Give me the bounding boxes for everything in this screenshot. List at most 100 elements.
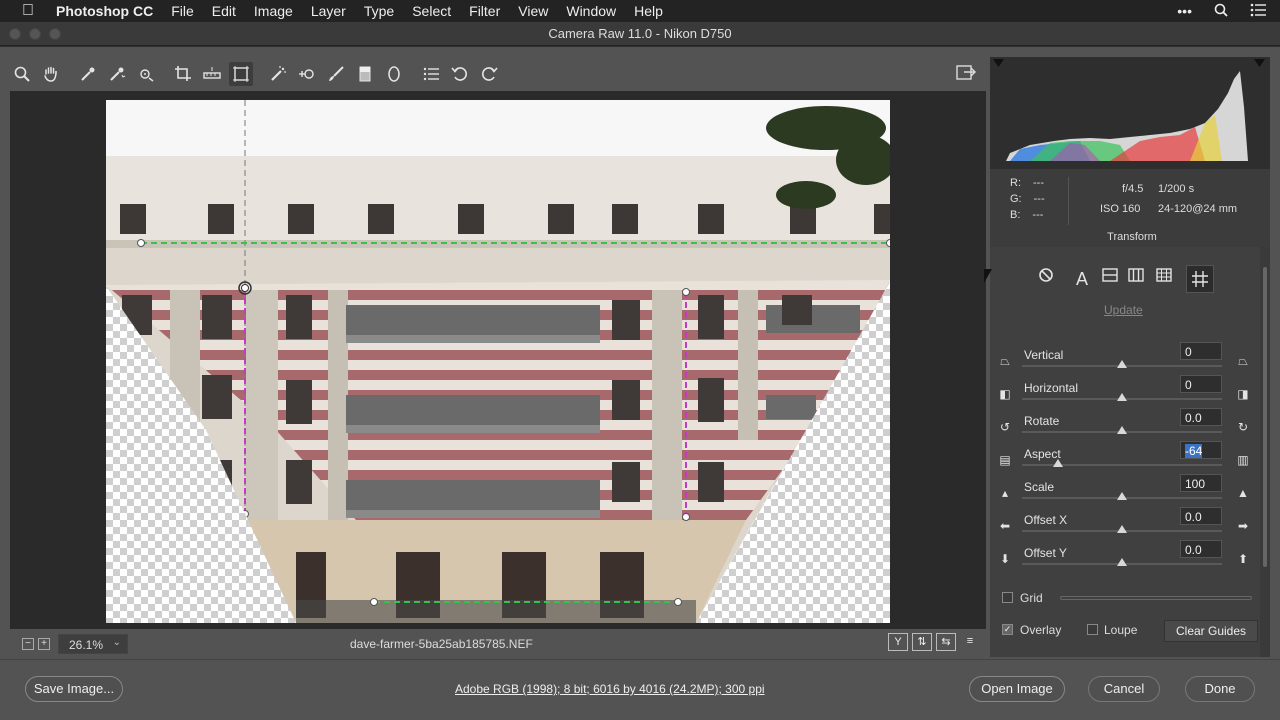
offset-y-label: Offset Y — [1024, 546, 1067, 560]
lens: 24-120@24 mm — [1158, 203, 1238, 215]
targeted-adjustment-tool-icon[interactable] — [134, 62, 158, 86]
spotlight-search-icon[interactable] — [1214, 3, 1228, 20]
menu-app-name[interactable]: Photoshop CC — [56, 3, 153, 19]
camera-raw-window: − + 26.1% ⌄ dave-farmer-5ba25ab185785.NE… — [0, 47, 1280, 720]
minimize-window-button[interactable] — [29, 28, 41, 40]
horizontal-value-input[interactable]: 0 — [1180, 375, 1222, 393]
vertical-value-input[interactable]: 0 — [1180, 342, 1222, 360]
rotate-value-input[interactable]: 0.0 — [1180, 408, 1222, 426]
loupe-checkbox[interactable] — [1087, 624, 1098, 635]
transform-tool-icon[interactable] — [229, 62, 253, 86]
menu-file[interactable]: File — [171, 3, 194, 19]
graduated-filter-icon[interactable] — [353, 62, 377, 86]
done-button[interactable]: Done — [1185, 676, 1255, 702]
scrollbar-thumb[interactable] — [1263, 267, 1267, 567]
menu-bar:  Photoshop CC File Edit Image Layer Typ… — [0, 0, 1280, 22]
zoom-in-button[interactable]: + — [38, 638, 50, 650]
offset-x-slider-thumb[interactable] — [1117, 525, 1127, 533]
upright-vertical-icon[interactable] — [1124, 267, 1148, 291]
zoom-window-button[interactable] — [49, 28, 61, 40]
menu-type[interactable]: Type — [364, 3, 394, 19]
panel-title: Transform — [1107, 231, 1157, 243]
upright-auto-icon[interactable]: A — [1070, 267, 1094, 291]
menu-view[interactable]: View — [518, 3, 548, 19]
preferences-list-icon[interactable] — [419, 62, 443, 86]
horizontal-slider-thumb[interactable] — [1117, 393, 1127, 401]
spot-removal-tool-icon[interactable] — [266, 62, 290, 86]
hand-tool-icon[interactable] — [39, 62, 63, 86]
straighten-tool-icon[interactable] — [200, 62, 224, 86]
red-eye-tool-icon[interactable] — [295, 62, 319, 86]
upright-off-icon[interactable] — [1034, 267, 1058, 291]
histogram — [990, 57, 1270, 169]
menu-image[interactable]: Image — [254, 3, 293, 19]
horizontal-perspective-end-icon: ◨ — [1237, 387, 1249, 401]
overlay-checkbox[interactable]: ✓ — [1002, 624, 1013, 635]
notification-center-icon[interactable] — [1250, 3, 1266, 20]
tool-bar — [10, 57, 986, 91]
scale-slider-thumb[interactable] — [1117, 492, 1127, 500]
menu-layer[interactable]: Layer — [311, 3, 346, 19]
open-image-button[interactable]: Open Image — [969, 676, 1065, 702]
save-image-button[interactable]: Save Image... — [25, 676, 123, 702]
before-after-toggle-button[interactable]: Y — [888, 633, 908, 651]
scale-small-icon: ▴ — [1001, 486, 1009, 500]
grid-label: Grid — [1020, 591, 1043, 605]
rotate-cw-icon[interactable] — [477, 62, 501, 86]
rotate-slider-thumb[interactable] — [1117, 426, 1127, 434]
menu-window[interactable]: Window — [566, 3, 616, 19]
upright-full-icon[interactable] — [1152, 267, 1176, 291]
workflow-options-link[interactable]: Adobe RGB (1998); 8 bit; 6016 by 4016 (2… — [455, 682, 765, 696]
clear-guides-button[interactable]: Clear Guides — [1164, 620, 1258, 642]
zoom-tool-icon[interactable] — [10, 62, 34, 86]
offset-x-value-input[interactable]: 0.0 — [1180, 507, 1222, 525]
toggle-fullscreen-icon[interactable] — [956, 63, 976, 86]
rotate-right-icon: ↻ — [1237, 420, 1249, 434]
window-title-bar: Camera Raw 11.0 - Nikon D750 — [0, 22, 1280, 46]
update-link[interactable]: Update — [1104, 303, 1143, 317]
radial-filter-icon[interactable] — [382, 62, 406, 86]
g-label: G: — [1010, 193, 1022, 205]
panel-scrollbar[interactable] — [1260, 247, 1270, 657]
highlight-clipping-warning-icon[interactable] — [1254, 59, 1265, 67]
adjustment-brush-icon[interactable] — [324, 62, 348, 86]
zoom-level-select[interactable]: 26.1% ⌄ — [58, 634, 128, 654]
photo-preview[interactable] — [106, 100, 890, 623]
offset-y-slider-thumb[interactable] — [1117, 558, 1127, 566]
menu-edit[interactable]: Edit — [212, 3, 236, 19]
scale-value-input[interactable]: 100 — [1180, 474, 1222, 492]
vertical-perspective-end-icon: ⏢ — [1238, 354, 1248, 368]
shadow-clipping-warning-icon[interactable] — [993, 59, 1004, 67]
offset-y-slider[interactable]: ⬇ Offset Y 0.0 ⬆ — [990, 540, 1260, 579]
chevron-down-icon: ⌄ — [112, 637, 121, 648]
copy-settings-button[interactable]: ⇆ — [936, 633, 956, 651]
color-sampler-tool-icon[interactable] — [105, 62, 129, 86]
iso: ISO 160 — [1100, 203, 1141, 215]
offset-y-value-input[interactable]: 0.0 — [1180, 540, 1222, 558]
vertical-slider-thumb[interactable] — [1117, 360, 1127, 368]
aspect-value-input[interactable]: -64 — [1180, 441, 1222, 459]
cancel-button[interactable]: Cancel — [1088, 676, 1160, 702]
zoom-out-button[interactable]: − — [22, 638, 34, 650]
grid-size-slider[interactable] — [1060, 596, 1252, 600]
crop-tool-icon[interactable] — [171, 62, 195, 86]
white-balance-tool-icon[interactable] — [76, 62, 100, 86]
menu-select[interactable]: Select — [412, 3, 451, 19]
aspect-wide-icon: ▤ — [999, 453, 1011, 467]
image-canvas[interactable] — [10, 91, 986, 629]
rotate-label: Rotate — [1024, 414, 1060, 428]
more-icon[interactable]: ••• — [1177, 3, 1192, 19]
aspect-slider-thumb[interactable] — [1053, 459, 1063, 467]
close-window-button[interactable] — [9, 28, 21, 40]
apple-icon[interactable]:  — [0, 2, 56, 20]
preview-preferences-button[interactable]: ≡ — [960, 633, 980, 651]
rotate-ccw-icon[interactable] — [448, 62, 472, 86]
grid-checkbox[interactable] — [1002, 592, 1013, 603]
menu-help[interactable]: Help — [634, 3, 663, 19]
upright-guided-icon[interactable] — [1186, 265, 1214, 293]
swap-settings-button[interactable]: ⇅ — [912, 633, 932, 651]
canvas-status-bar: − + 26.1% ⌄ dave-farmer-5ba25ab185785.NE… — [10, 629, 986, 659]
file-name: dave-farmer-5ba25ab185785.NEF — [350, 637, 533, 651]
menu-filter[interactable]: Filter — [469, 3, 500, 19]
upright-level-icon[interactable] — [1098, 267, 1122, 291]
